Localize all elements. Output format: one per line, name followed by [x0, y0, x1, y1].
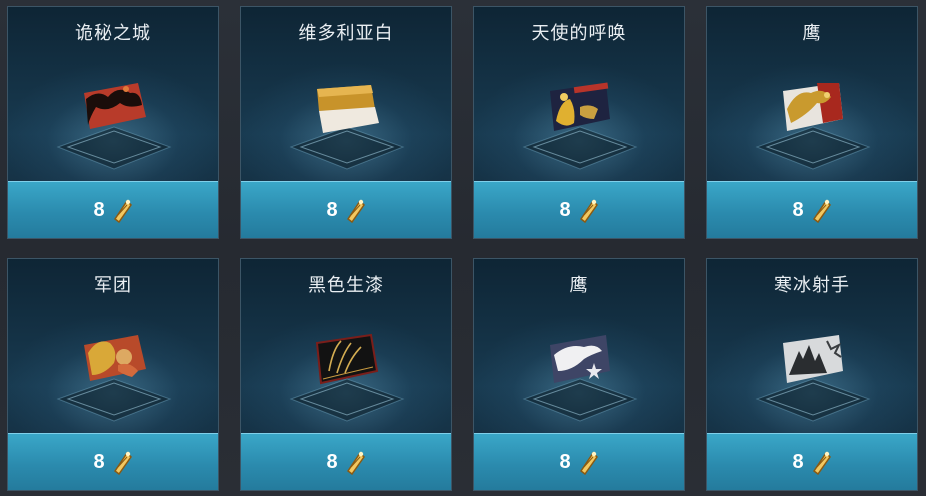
- camo-gold-white-icon: [317, 85, 379, 133]
- price-bar[interactable]: 8: [8, 433, 218, 490]
- camo-eagle-star-icon: [550, 335, 610, 383]
- gold-bond-icon: [113, 451, 132, 475]
- camo-title: 天使的呼唤: [531, 23, 627, 44]
- camo-title: 鹰: [569, 275, 589, 296]
- gold-bond-icon: [113, 199, 132, 223]
- camo-angel-gold-icon: [550, 82, 610, 131]
- camo-title: 鹰: [802, 23, 822, 44]
- gold-bond-icon: [346, 451, 365, 475]
- price-bar[interactable]: 8: [707, 433, 917, 490]
- price-value: 8: [326, 450, 338, 473]
- gold-bond-icon: [346, 199, 365, 223]
- price-bar[interactable]: 8: [707, 181, 917, 238]
- price-value: 8: [559, 198, 571, 221]
- camo-card-7[interactable]: 鹰 8: [473, 258, 685, 491]
- price-value: 8: [792, 198, 804, 221]
- camo-eagle-gold-icon: [783, 83, 843, 131]
- camo-card-1[interactable]: 诡秘之城 8: [7, 6, 219, 239]
- camo-frost-archer-icon: [783, 335, 843, 383]
- price-value: 8: [326, 198, 338, 221]
- gold-bond-icon: [812, 451, 831, 475]
- camo-red-black-icon: [84, 83, 146, 129]
- camo-legion-icon: [84, 335, 146, 381]
- price-bar[interactable]: 8: [8, 181, 218, 238]
- price-bar[interactable]: 8: [474, 433, 684, 490]
- camo-card-2[interactable]: 维多利亚白 8: [240, 6, 452, 239]
- camo-card-8[interactable]: 寒冰射手 8: [706, 258, 918, 491]
- camo-title: 维多利亚白: [298, 23, 394, 44]
- gold-bond-icon: [579, 451, 598, 475]
- camo-card-6[interactable]: 黑色生漆 8: [240, 258, 452, 491]
- camouflage-shop-grid: 诡秘之城 8 维多利亚白 8 天使的呼唤 8 鹰 8 军团 8 黑色生漆 8 鹰…: [0, 0, 926, 496]
- price-value: 8: [93, 450, 105, 473]
- camo-card-3[interactable]: 天使的呼唤 8: [473, 6, 685, 239]
- price-bar[interactable]: 8: [241, 433, 451, 490]
- camo-title: 寒冰射手: [774, 275, 850, 296]
- camo-card-4[interactable]: 鹰 8: [706, 6, 918, 239]
- gold-bond-icon: [579, 199, 598, 223]
- camo-title: 黑色生漆: [308, 275, 384, 296]
- camo-card-5[interactable]: 军团 8: [7, 258, 219, 491]
- camo-title: 诡秘之城: [75, 23, 151, 44]
- camo-black-lacquer-icon: [315, 333, 379, 385]
- gold-bond-icon: [812, 199, 831, 223]
- price-bar[interactable]: 8: [241, 181, 451, 238]
- price-value: 8: [792, 450, 804, 473]
- price-bar[interactable]: 8: [474, 181, 684, 238]
- price-value: 8: [93, 198, 105, 221]
- price-value: 8: [559, 450, 571, 473]
- camo-title: 军团: [94, 275, 132, 296]
